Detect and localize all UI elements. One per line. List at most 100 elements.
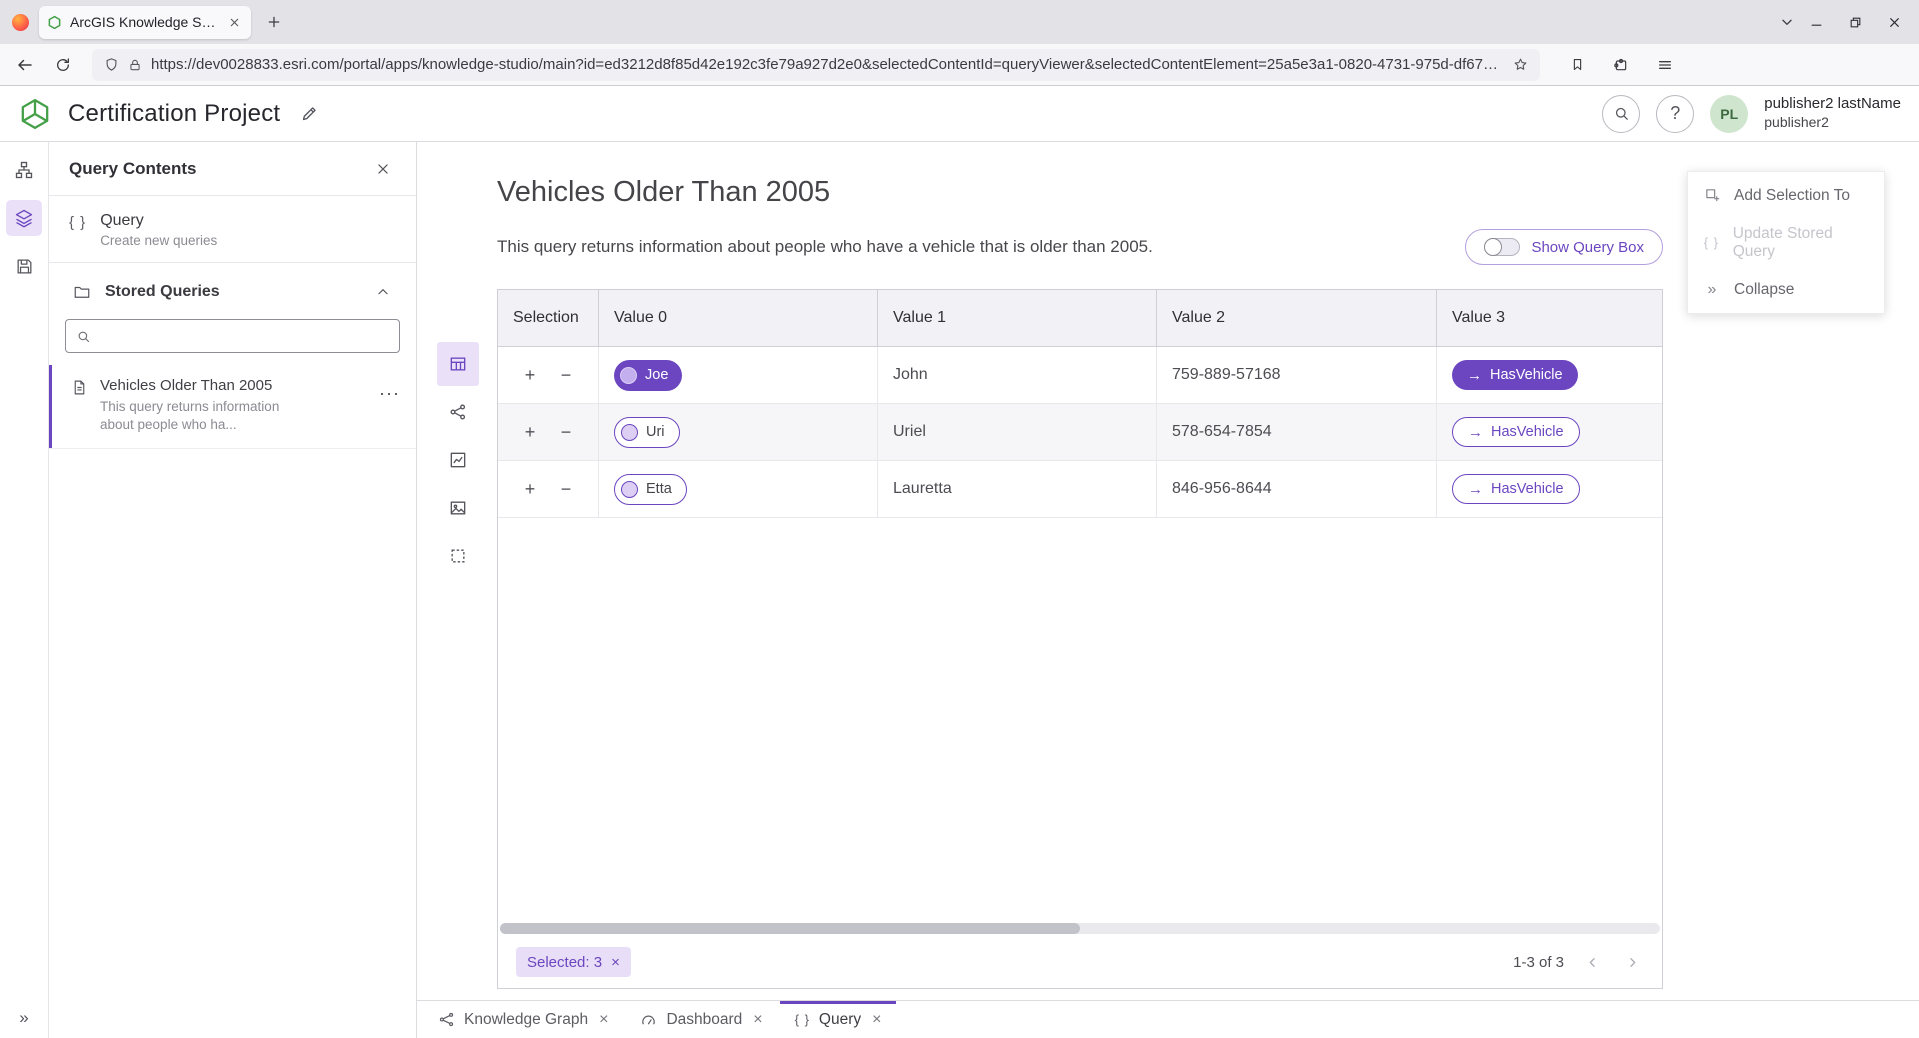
stored-queries-search-input[interactable] bbox=[65, 319, 400, 353]
url-text[interactable]: https://dev0028833.esri.com/portal/apps/… bbox=[151, 56, 1504, 73]
entity-label: Joe bbox=[645, 367, 668, 383]
list-all-tabs-icon[interactable] bbox=[1774, 9, 1800, 35]
avatar[interactable]: PL bbox=[1710, 95, 1748, 133]
tab-dashboard[interactable]: Dashboard × bbox=[625, 1001, 777, 1038]
stored-query-title: Vehicles Older Than 2005 bbox=[100, 377, 367, 394]
menu-item-collapse[interactable]: » Collapse bbox=[1688, 266, 1884, 313]
stored-query-description: This query returns information about peo… bbox=[100, 398, 305, 434]
new-query-item[interactable]: { } Query Create new queries bbox=[49, 196, 416, 263]
project-title: Certification Project bbox=[68, 100, 280, 128]
back-button[interactable] bbox=[10, 50, 40, 80]
save-to-pocket-icon[interactable] bbox=[1562, 50, 1592, 80]
map-view-icon[interactable] bbox=[437, 486, 479, 530]
tab-knowledge-graph[interactable]: Knowledge Graph × bbox=[423, 1001, 623, 1038]
entity-label: Etta bbox=[646, 481, 672, 497]
bookmark-star-icon[interactable] bbox=[1513, 57, 1528, 72]
document-icon bbox=[71, 379, 88, 396]
layers-icon[interactable] bbox=[6, 200, 42, 236]
column-header[interactable]: Value 0 bbox=[599, 290, 878, 346]
new-tab-button[interactable] bbox=[261, 9, 287, 35]
entity-chip[interactable]: Etta bbox=[614, 474, 687, 505]
tab-close-icon[interactable] bbox=[225, 13, 243, 31]
firefox-icon[interactable] bbox=[12, 14, 29, 31]
lock-icon[interactable] bbox=[128, 58, 142, 72]
table-view-icon[interactable] bbox=[437, 342, 479, 386]
tab-query[interactable]: { } Query × bbox=[780, 1001, 897, 1038]
stored-queries-header[interactable]: Stored Queries bbox=[49, 263, 416, 315]
minimize-button[interactable] bbox=[1810, 16, 1823, 29]
relationship-chip[interactable]: → HasVehicle bbox=[1452, 417, 1580, 447]
stored-query-item[interactable]: Vehicles Older Than 2005 This query retu… bbox=[49, 365, 416, 449]
query-actions-menu: Add Selection To { } Update Stored Query… bbox=[1687, 171, 1885, 314]
add-to-selection-icon[interactable]: + bbox=[520, 422, 540, 442]
menu-item-add-selection-to[interactable]: Add Selection To bbox=[1688, 172, 1884, 219]
url-bar[interactable]: https://dev0028833.esri.com/portal/apps/… bbox=[92, 49, 1540, 81]
search-icon[interactable] bbox=[1602, 95, 1640, 133]
user-block[interactable]: publisher2 lastName publisher2 bbox=[1764, 95, 1901, 131]
previous-page-icon[interactable] bbox=[1580, 950, 1604, 974]
show-query-box-toggle[interactable]: Show Query Box bbox=[1465, 229, 1663, 265]
close-tab-icon[interactable]: × bbox=[753, 1011, 762, 1029]
cell-value[interactable]: John bbox=[878, 347, 1157, 403]
save-icon[interactable] bbox=[6, 248, 42, 284]
remove-from-selection-icon[interactable]: − bbox=[556, 422, 576, 442]
scrollbar-thumb[interactable] bbox=[500, 923, 1080, 934]
table-row[interactable]: + − Uri Uriel 578-654-7854 bbox=[498, 404, 1662, 461]
menu-item-label: Add Selection To bbox=[1734, 187, 1850, 205]
tab-label: Knowledge Graph bbox=[464, 1011, 588, 1029]
edit-title-icon[interactable] bbox=[300, 104, 319, 123]
table-footer: Selected: 3 × 1-3 of 3 bbox=[498, 936, 1662, 988]
braces-icon: { } bbox=[69, 214, 86, 231]
tracking-shield-icon[interactable] bbox=[104, 57, 119, 72]
query-description: This query returns information about peo… bbox=[497, 237, 1153, 257]
app-body: » Query Contents { } Query Create new qu… bbox=[0, 142, 1919, 1038]
column-header[interactable]: Value 1 bbox=[878, 290, 1157, 346]
column-header[interactable]: Value 2 bbox=[1157, 290, 1437, 346]
column-header[interactable]: Value 3 bbox=[1437, 290, 1662, 346]
close-tab-icon[interactable]: × bbox=[872, 1011, 881, 1029]
add-to-selection-icon[interactable]: + bbox=[520, 365, 540, 385]
close-panel-icon[interactable] bbox=[370, 156, 396, 182]
collapse-section-icon[interactable] bbox=[370, 279, 396, 305]
restore-button[interactable] bbox=[1849, 16, 1862, 29]
horizontal-scrollbar[interactable] bbox=[500, 923, 1660, 934]
relationship-chip[interactable]: → HasVehicle bbox=[1452, 474, 1580, 504]
table-row[interactable]: + − Joe John 759-889-57168 bbox=[498, 347, 1662, 404]
toggle-knob bbox=[1484, 238, 1502, 256]
column-header[interactable]: Selection bbox=[498, 290, 599, 346]
help-icon[interactable]: ? bbox=[1656, 95, 1694, 133]
bottom-tab-bar: Knowledge Graph × Dashboard × { } Query … bbox=[417, 1000, 1919, 1038]
user-username: publisher2 bbox=[1764, 114, 1901, 132]
browser-tab[interactable]: ArcGIS Knowledge Studio bbox=[39, 6, 251, 39]
cell-value[interactable]: 759-889-57168 bbox=[1157, 347, 1437, 403]
tab-title: ArcGIS Knowledge Studio bbox=[70, 14, 217, 30]
add-to-selection-icon[interactable]: + bbox=[520, 479, 540, 499]
reload-button[interactable] bbox=[48, 50, 78, 80]
remove-from-selection-icon[interactable]: − bbox=[556, 365, 576, 385]
entity-chip[interactable]: Uri bbox=[614, 417, 680, 448]
selection-count-badge[interactable]: Selected: 3 × bbox=[516, 947, 631, 977]
chart-view-icon[interactable] bbox=[437, 438, 479, 482]
relationship-chip[interactable]: → HasVehicle bbox=[1452, 360, 1578, 390]
cell-value[interactable]: Uriel bbox=[878, 404, 1157, 460]
app-menu-icon[interactable] bbox=[1650, 50, 1680, 80]
menu-item-update-stored-query[interactable]: { } Update Stored Query bbox=[1688, 219, 1884, 266]
table-row[interactable]: + − Etta Lauretta 846-956-8644 bbox=[498, 461, 1662, 518]
entity-chip[interactable]: Joe bbox=[614, 360, 682, 391]
extensions-icon[interactable] bbox=[1606, 50, 1636, 80]
remove-from-selection-icon[interactable]: − bbox=[556, 479, 576, 499]
cell-value[interactable]: 846-956-8644 bbox=[1157, 461, 1437, 517]
clear-selection-icon[interactable]: × bbox=[611, 954, 620, 971]
expand-rail-icon[interactable]: » bbox=[19, 1008, 28, 1028]
item-options-icon[interactable]: ··· bbox=[379, 383, 400, 404]
cell-value[interactable]: Lauretta bbox=[878, 461, 1157, 517]
next-page-icon[interactable] bbox=[1620, 950, 1644, 974]
relationship-arrow-icon: → bbox=[1467, 367, 1482, 384]
close-window-button[interactable] bbox=[1888, 16, 1901, 29]
link-chart-icon[interactable] bbox=[437, 390, 479, 434]
close-tab-icon[interactable]: × bbox=[599, 1011, 608, 1029]
cell-value[interactable]: 578-654-7854 bbox=[1157, 404, 1437, 460]
select-tool-icon[interactable] bbox=[437, 534, 479, 578]
project-hierarchy-icon[interactable] bbox=[6, 152, 42, 188]
user-name: publisher2 lastName bbox=[1764, 95, 1901, 114]
